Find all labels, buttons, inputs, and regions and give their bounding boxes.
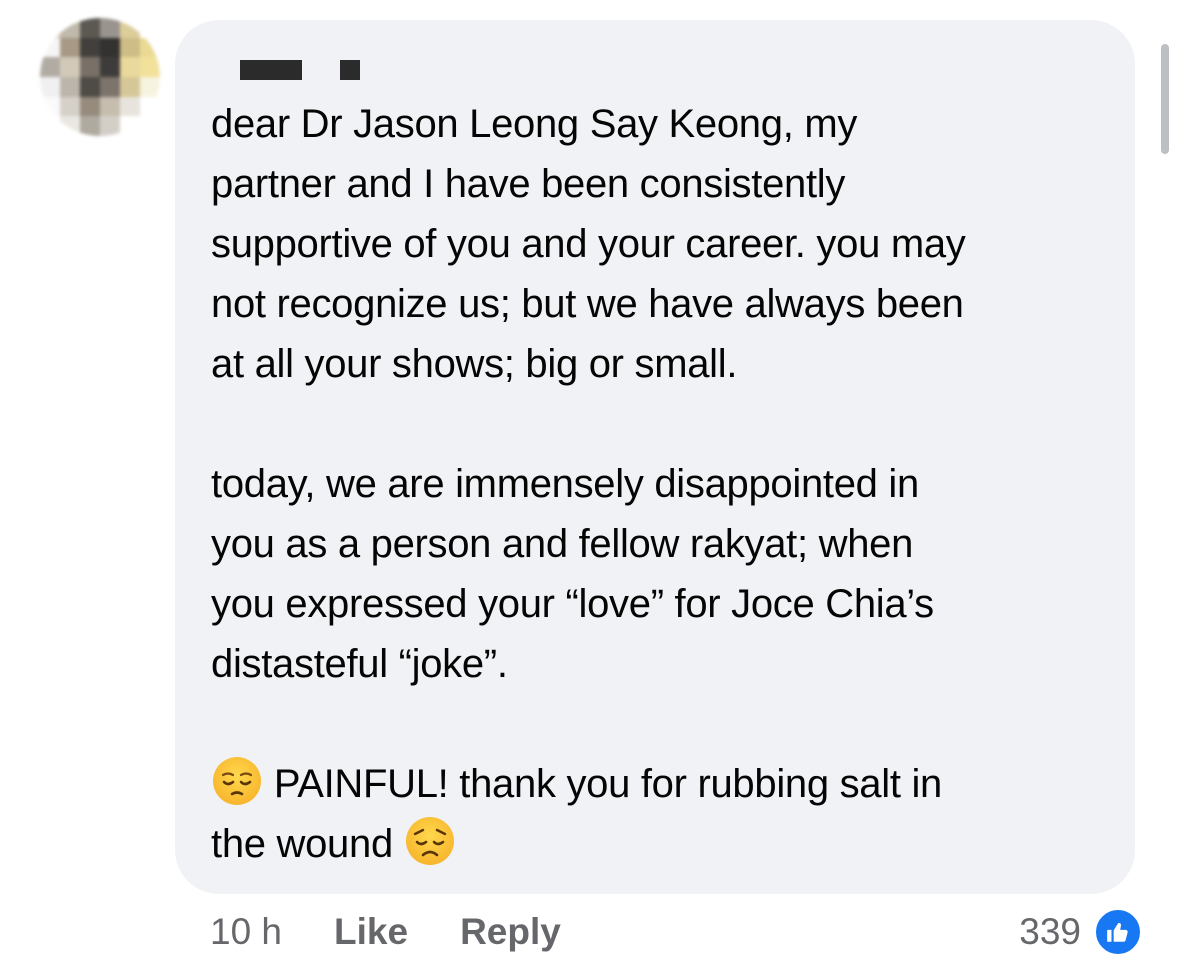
comment-timestamp[interactable]: 10 h bbox=[210, 911, 282, 953]
comment-paragraph: today, we are immensely disappointed in … bbox=[211, 462, 934, 686]
reaction-count: 339 bbox=[1019, 911, 1081, 952]
comment-paragraph: dear Dr Jason Leong Say Keong, my partne… bbox=[211, 102, 966, 386]
redaction-block bbox=[340, 60, 360, 80]
commenter-name-redacted[interactable] bbox=[240, 60, 360, 80]
comment-paragraph: PAINFUL! thank you for rubbing salt in t… bbox=[211, 754, 1111, 874]
thumbs-up-icon bbox=[1093, 907, 1143, 957]
avatar[interactable] bbox=[40, 18, 160, 136]
like-button[interactable]: Like bbox=[334, 911, 408, 953]
comment-actions: 10 h Like Reply bbox=[210, 906, 561, 958]
comment-text: dear Dr Jason Leong Say Keong, my partne… bbox=[211, 94, 1111, 874]
scrollbar[interactable] bbox=[1161, 44, 1169, 154]
pensive-face-emoji bbox=[213, 757, 261, 805]
reply-button[interactable]: Reply bbox=[460, 911, 561, 953]
comment-paragraph-text: PAINFUL! thank you for rubbing salt in t… bbox=[211, 762, 943, 866]
redaction-block bbox=[240, 60, 302, 80]
disappointed-face-emoji bbox=[405, 817, 454, 865]
reaction-summary[interactable]: 339 bbox=[1019, 904, 1143, 960]
